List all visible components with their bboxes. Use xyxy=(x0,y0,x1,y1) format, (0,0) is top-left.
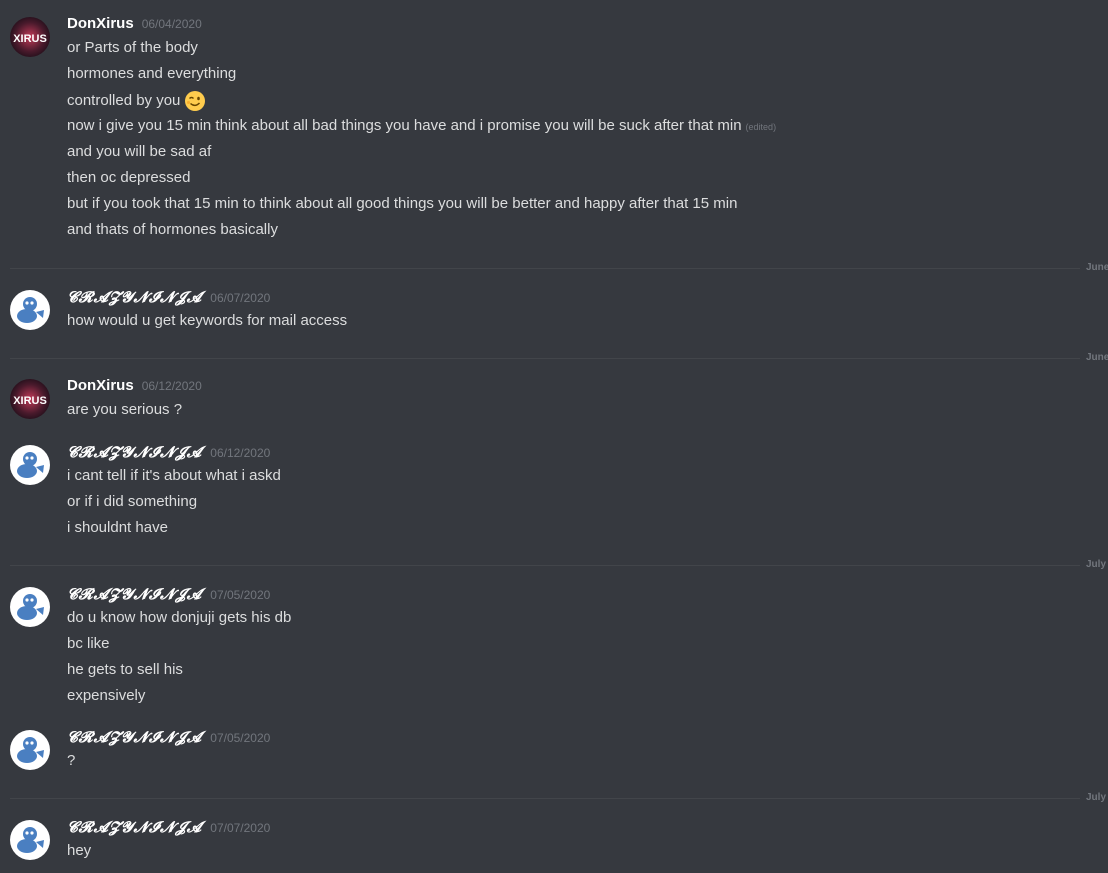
message-line: then oc depressed xyxy=(67,169,191,186)
message-text: controlled by you xyxy=(67,91,181,109)
message-header: 𝓒𝓡𝓐𝓩𝓨𝓝𝓘𝓝𝓙𝓐 06/07/2020 xyxy=(67,288,270,308)
avatar[interactable] xyxy=(10,290,50,330)
avatar[interactable] xyxy=(10,445,50,485)
svg-text:XIRUS: XIRUS xyxy=(13,395,47,407)
date-divider xyxy=(10,268,1108,269)
username[interactable]: 𝓒𝓡𝓐𝓩𝓨𝓝𝓘𝓝𝓙𝓐 xyxy=(67,818,202,836)
date-divider xyxy=(10,565,1108,566)
message-header: DonXirus 06/12/2020 xyxy=(67,377,202,397)
message-header: 𝓒𝓡𝓐𝓩𝓨𝓝𝓘𝓝𝓙𝓐 07/05/2020 xyxy=(67,585,270,605)
message-line: bc like xyxy=(67,635,110,652)
username[interactable]: 𝓒𝓡𝓐𝓩𝓨𝓝𝓘𝓝𝓙𝓐 xyxy=(67,288,202,306)
timestamp: 06/12/2020 xyxy=(210,446,271,460)
edited-label: (edited) xyxy=(745,122,777,132)
avatar[interactable]: XIRUS xyxy=(10,17,50,57)
avatar[interactable] xyxy=(10,587,50,627)
date-divider-label: June 7 xyxy=(1080,262,1108,273)
message-line: but if you took that 15 min to think abo… xyxy=(67,195,738,212)
timestamp: 07/07/2020 xyxy=(210,821,271,835)
username[interactable]: 𝓒𝓡𝓐𝓩𝓨𝓝𝓘𝓝𝓙𝓐 xyxy=(67,728,202,746)
timestamp: 06/07/2020 xyxy=(210,291,271,305)
timestamp: 07/05/2020 xyxy=(210,731,271,745)
message-header: 𝓒𝓡𝓐𝓩𝓨𝓝𝓘𝓝𝓙𝓐 07/07/2020 xyxy=(67,818,270,838)
timestamp: 07/05/2020 xyxy=(210,588,271,602)
message-line: and you will be sad af xyxy=(67,143,212,160)
avatar[interactable] xyxy=(10,820,50,860)
date-divider xyxy=(10,358,1108,359)
username[interactable]: 𝓒𝓡𝓐𝓩𝓨𝓝𝓘𝓝𝓙𝓐 xyxy=(67,585,202,603)
message-text: now i give you 15 min think about all ba… xyxy=(67,117,742,134)
avatar[interactable] xyxy=(10,730,50,770)
message-line: i cant tell if it's about what i askd xyxy=(67,467,281,484)
message-line: hormones and everything xyxy=(67,65,237,82)
timestamp: 06/12/2020 xyxy=(141,379,202,393)
message-line: are you serious ? xyxy=(67,401,183,418)
message-line: or if i did something xyxy=(67,493,198,510)
message-line: i shouldnt have xyxy=(67,519,168,536)
timestamp: 06/04/2020 xyxy=(141,17,202,31)
message-header: DonXirus 06/04/2020 xyxy=(67,15,202,35)
message-line: controlled by you xyxy=(67,90,206,112)
date-divider-label: July 5 xyxy=(1080,559,1108,570)
message-line: do u know how donjuji gets his db xyxy=(67,609,292,626)
username[interactable]: DonXirus xyxy=(67,377,134,394)
message-header: 𝓒𝓡𝓐𝓩𝓨𝓝𝓘𝓝𝓙𝓐 07/05/2020 xyxy=(67,728,270,748)
username[interactable]: 𝓒𝓡𝓐𝓩𝓨𝓝𝓘𝓝𝓙𝓐 xyxy=(67,443,202,461)
message-line: hey xyxy=(67,842,92,859)
message-line: ? xyxy=(67,752,76,769)
message-line: now i give you 15 min think about all ba… xyxy=(67,116,776,136)
message-line: expensively xyxy=(67,687,146,704)
svg-text:XIRUS: XIRUS xyxy=(13,33,47,45)
message-header: 𝓒𝓡𝓐𝓩𝓨𝓝𝓘𝓝𝓙𝓐 06/12/2020 xyxy=(67,443,270,463)
message-line: how would u get keywords for mail access xyxy=(67,312,348,329)
date-divider-label: June 12 xyxy=(1080,352,1108,363)
username[interactable]: DonXirus xyxy=(67,15,134,32)
winking-face-emoji-icon[interactable] xyxy=(184,90,206,112)
message-line: he gets to sell his xyxy=(67,661,183,678)
date-divider xyxy=(10,798,1108,799)
message-line: or Parts of the body xyxy=(67,39,198,56)
message-line: and thats of hormones basically xyxy=(67,221,278,238)
avatar[interactable]: XIRUS xyxy=(10,379,50,419)
date-divider-label: July 7 xyxy=(1080,792,1108,803)
